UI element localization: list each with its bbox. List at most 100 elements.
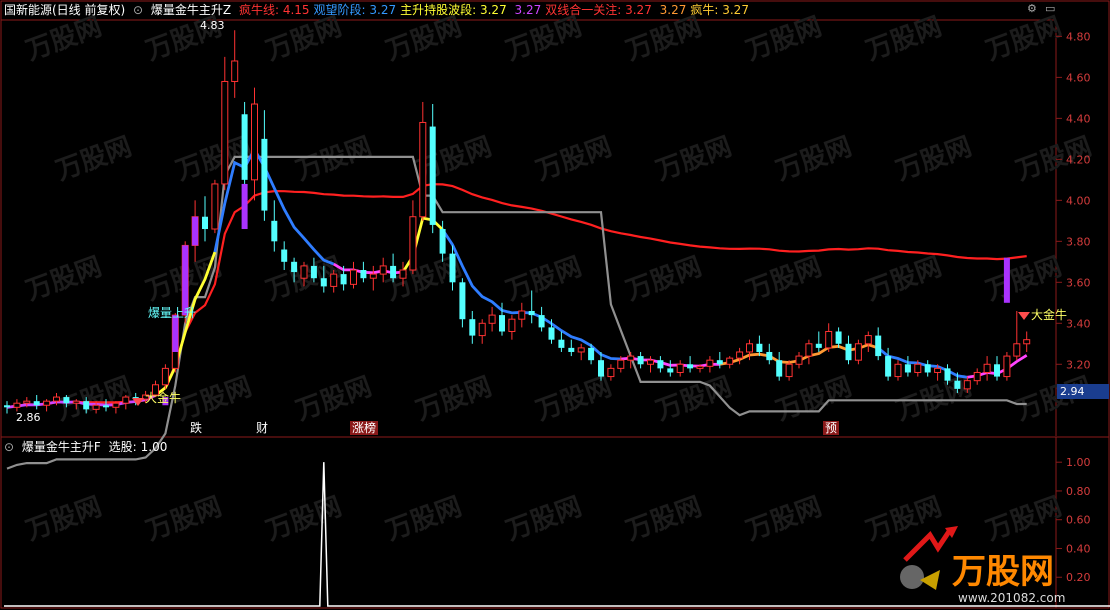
candle-body bbox=[320, 278, 327, 287]
sub-toggle-icon[interactable]: ⊙ bbox=[4, 440, 14, 454]
candle-body bbox=[43, 400, 51, 406]
indicator-value-4: 双线合一关注: 3.27 bbox=[545, 3, 652, 17]
signal-bar bbox=[241, 183, 248, 230]
event-label: 财 bbox=[256, 421, 268, 435]
sub-value: 1.00 bbox=[140, 440, 168, 454]
watermark-text: 万股网 bbox=[622, 492, 706, 547]
candle-body bbox=[568, 347, 575, 352]
ytick-label: 4.00 bbox=[1066, 194, 1091, 207]
candle-body bbox=[726, 357, 734, 365]
dajinniu-label-1: 大金牛 bbox=[145, 390, 181, 405]
ytick-label: 3.40 bbox=[1066, 317, 1091, 330]
signal-bar bbox=[172, 315, 179, 352]
candle-body bbox=[528, 310, 535, 316]
event-label: 预 bbox=[825, 421, 837, 435]
dajinniu-label-2: 大金牛 bbox=[1031, 307, 1067, 322]
candle-body bbox=[983, 363, 991, 373]
watermark-text: 万股网 bbox=[982, 492, 1066, 547]
collapse-icon[interactable]: ▭ bbox=[1045, 2, 1055, 15]
candle-body bbox=[469, 319, 476, 336]
indicator-name[interactable]: 爆量金牛主升Z bbox=[151, 3, 231, 17]
candle-body bbox=[766, 351, 773, 361]
watermark-text: 万股网 bbox=[502, 252, 586, 307]
candle-body bbox=[1013, 343, 1021, 357]
candle-body bbox=[696, 365, 704, 369]
candle-body bbox=[736, 351, 744, 359]
candle-body bbox=[598, 360, 604, 377]
watermark-text: 万股网 bbox=[52, 132, 136, 187]
indicator-value-0: 疯牛线: 4.15 bbox=[238, 3, 310, 17]
candle-body bbox=[53, 396, 60, 402]
watermark-text: 万股网 bbox=[892, 372, 976, 427]
candle-body bbox=[4, 405, 10, 408]
sub-ytick-label: 0.80 bbox=[1066, 485, 1091, 498]
candle-body bbox=[973, 371, 981, 382]
candle-body bbox=[944, 368, 951, 381]
candle-body bbox=[845, 343, 852, 361]
sub-indicator-name[interactable]: 爆量金牛主升F bbox=[22, 440, 101, 454]
watermark-text: 万股网 bbox=[22, 252, 106, 307]
dajinniu-marker-2 bbox=[1018, 312, 1030, 320]
ytick-label: 4.60 bbox=[1066, 71, 1091, 84]
watermark-text: 万股网 bbox=[172, 372, 256, 427]
candle-body bbox=[291, 261, 298, 273]
candle-body bbox=[271, 220, 278, 242]
candle-body bbox=[904, 364, 911, 373]
candle-body bbox=[667, 368, 674, 373]
candle-body bbox=[914, 363, 922, 373]
candle-body bbox=[785, 363, 793, 378]
candle-body bbox=[885, 356, 892, 377]
candle-body bbox=[716, 360, 723, 365]
signal-bar bbox=[182, 245, 189, 316]
min-price-label: 2.86 bbox=[16, 411, 41, 424]
watermark-text: 万股网 bbox=[532, 132, 616, 187]
candle-body bbox=[805, 343, 813, 357]
candles bbox=[4, 30, 1031, 414]
candle-body bbox=[577, 347, 585, 353]
candle-body bbox=[379, 265, 387, 275]
candle-body bbox=[508, 318, 516, 332]
candle-body bbox=[330, 273, 338, 287]
candle-body bbox=[112, 402, 120, 408]
watermark-text: 万股网 bbox=[292, 132, 376, 187]
candle-body bbox=[202, 216, 208, 230]
candle-body bbox=[300, 265, 308, 279]
indicator-toggle-icon[interactable]: ⊙ bbox=[133, 3, 143, 17]
candle-body bbox=[934, 367, 942, 373]
watermark-text: 万股网 bbox=[262, 492, 346, 547]
candle-body bbox=[83, 401, 90, 410]
candle-body bbox=[459, 282, 466, 320]
candle-body bbox=[419, 121, 427, 218]
candle-body bbox=[1003, 355, 1011, 378]
logo-url: www.201082.com bbox=[958, 591, 1065, 605]
candle-body bbox=[588, 347, 595, 361]
candle-body bbox=[548, 327, 555, 340]
ytick-label: 3.80 bbox=[1066, 235, 1091, 248]
watermark-text: 万股网 bbox=[412, 372, 496, 427]
candle-body bbox=[558, 339, 565, 348]
candle-body bbox=[687, 364, 694, 369]
candle-body bbox=[399, 269, 407, 279]
sub-ytick-label: 0.20 bbox=[1066, 571, 1091, 584]
signal-axis: 1.00 0.80 0.60 0.40 0.20 bbox=[1056, 456, 1091, 584]
candle-body bbox=[637, 356, 644, 365]
candle-body bbox=[103, 405, 109, 408]
ytick-label: 4.20 bbox=[1066, 153, 1091, 166]
candle-body bbox=[221, 80, 229, 185]
watermark-text: 万股网 bbox=[652, 132, 736, 187]
watermark-text: 万股网 bbox=[892, 132, 976, 187]
indicator-value-1: 观望阶段: 3.27 bbox=[313, 3, 397, 17]
candle-body bbox=[13, 402, 21, 408]
candle-body bbox=[251, 103, 258, 181]
current-price-tag: 2.94 bbox=[1057, 384, 1109, 399]
candle-body bbox=[369, 273, 377, 279]
line-fast-segment bbox=[877, 346, 968, 379]
event-label: 涨榜 bbox=[352, 420, 376, 435]
sub-header: ⊙ 爆量金牛主升F 选股: 1.00 bbox=[4, 439, 171, 455]
settings-icon[interactable]: ⚙ bbox=[1027, 2, 1037, 15]
candle-body bbox=[776, 360, 783, 377]
ytick-label: 4.80 bbox=[1066, 30, 1091, 43]
wangu-logo: 万股网 www.201082.com bbox=[900, 526, 1065, 605]
candle-body bbox=[261, 138, 268, 211]
candle-body bbox=[795, 355, 803, 365]
